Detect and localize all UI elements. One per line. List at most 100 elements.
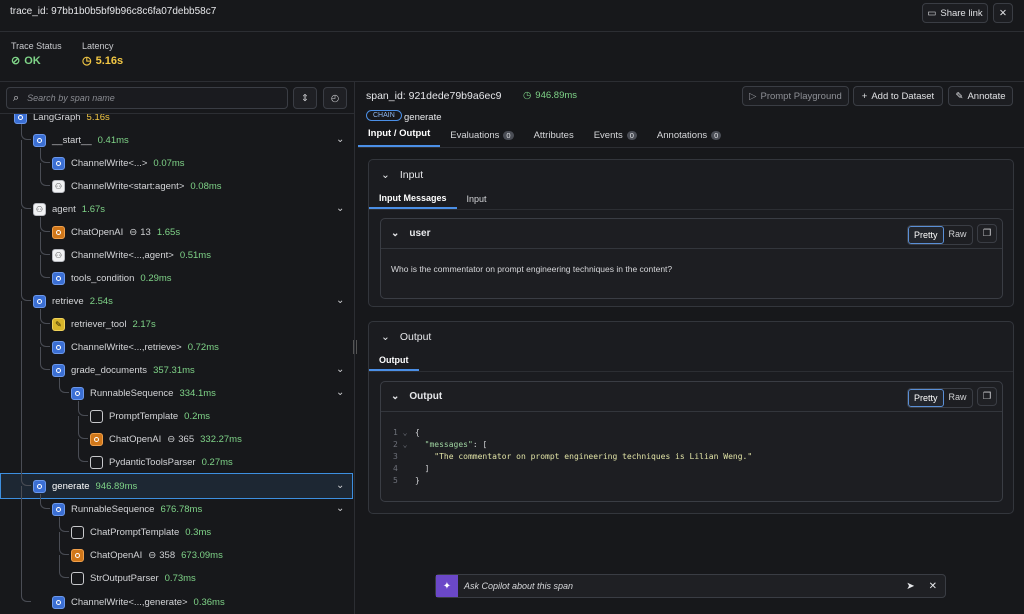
tree-row-prompttemplate[interactable]: PromptTemplate 0.2ms bbox=[90, 406, 210, 426]
tree-row-tools-condition[interactable]: tools_condition 0.29ms bbox=[52, 268, 172, 288]
raw-toggle[interactable]: Raw bbox=[944, 389, 972, 407]
chain-icon bbox=[33, 133, 46, 147]
input-panel-header[interactable]: ⌄ Input bbox=[381, 169, 423, 181]
output-code: 1 ⌄{ 2 ⌄ "messages": [ 3 "The commentato… bbox=[393, 428, 753, 485]
copilot-bar: ✦ Ask Copilot about this span ➤ ✕ bbox=[435, 574, 946, 598]
chevron-down-icon[interactable]: ⌄ bbox=[336, 295, 344, 306]
latency-value: ◷ 5.16s bbox=[82, 54, 124, 68]
tree-row-start[interactable]: __start__ 0.41ms bbox=[33, 130, 129, 150]
parser-icon bbox=[71, 571, 84, 585]
tree-row-channelwrite-agent[interactable]: ⚇ ChannelWrite<...,agent> 0.51ms bbox=[52, 245, 211, 265]
user-message-text: Who is the commentator on prompt enginee… bbox=[391, 264, 673, 274]
copy-button[interactable]: ❐ bbox=[977, 224, 997, 243]
output-card-header[interactable]: ⌄ Output bbox=[391, 391, 442, 402]
copilot-icon: ✦ bbox=[436, 575, 458, 597]
output-panel-header[interactable]: ⌄ Output bbox=[381, 331, 431, 343]
search-input[interactable]: ⌕ Search by span name bbox=[6, 87, 288, 109]
token-count: ⊖ 365 bbox=[167, 433, 195, 445]
tree-row-runnablesequence[interactable]: RunnableSequence 676.78ms bbox=[52, 499, 202, 519]
latency-filter-button[interactable]: ◴ bbox=[323, 87, 347, 109]
pretty-toggle[interactable]: Pretty bbox=[908, 226, 944, 244]
llm-icon bbox=[71, 548, 84, 562]
tab-attributes[interactable]: Attributes bbox=[524, 130, 584, 147]
llm-icon bbox=[90, 432, 103, 446]
span-tree-panel: ⌕ Search by span name ⇕ ◴ LangGraph 5.16… bbox=[0, 82, 355, 614]
tab-evaluations[interactable]: Evaluations 0 bbox=[440, 130, 523, 147]
add-to-dataset-button[interactable]: + Add to Dataset bbox=[853, 86, 943, 106]
tree-row-chatopenai[interactable]: ChatOpenAI ⊖ 365 332.27ms bbox=[90, 429, 242, 449]
token-count: ⊖ 13 bbox=[129, 226, 151, 238]
collapse-all-button[interactable]: ⇕ bbox=[293, 87, 317, 109]
prompt-playground-button[interactable]: ▷ Prompt Playground bbox=[742, 86, 849, 106]
tree-row-channelwrite[interactable]: ChannelWrite<...> 0.07ms bbox=[52, 153, 185, 173]
copy-button[interactable]: ❐ bbox=[977, 387, 997, 406]
tab-input-messages[interactable]: Input Messages bbox=[369, 190, 457, 209]
llm-icon bbox=[52, 225, 65, 239]
close-icon: ✕ bbox=[999, 7, 1007, 19]
close-icon[interactable]: ✕ bbox=[929, 581, 937, 592]
tab-events[interactable]: Events 0 bbox=[584, 130, 647, 147]
format-toggle: Pretty Raw bbox=[907, 388, 973, 408]
tree-row-grade-documents[interactable]: grade_documents 357.31ms bbox=[52, 360, 195, 380]
tab-annotations[interactable]: Annotations 0 bbox=[647, 130, 731, 147]
chain-icon bbox=[52, 363, 65, 377]
tree-row-pydantictoolsparser[interactable]: PydanticToolsParser 0.27ms bbox=[90, 452, 233, 472]
top-bar: trace_id: 97bb1b0b5bf9b96c8c6fa07debb58c… bbox=[0, 0, 1024, 32]
output-panel: ⌄ Output Output ⌄ Output Pretty Raw ❐ 1 … bbox=[368, 321, 1014, 514]
close-button[interactable]: ✕ bbox=[993, 3, 1013, 23]
latency-label: Latency bbox=[82, 41, 114, 51]
chevron-down-icon[interactable]: ⌄ bbox=[336, 134, 344, 145]
detail-tabs: Input / Output Evaluations 0 Attributes E… bbox=[358, 128, 1024, 148]
tree-row-retriever-tool[interactable]: ✎ retriever_tool 2.17s bbox=[52, 314, 156, 334]
send-icon[interactable]: ➤ bbox=[906, 581, 914, 592]
span-kind-badge: CHAIN bbox=[366, 110, 402, 121]
search-icon: ⌕ bbox=[13, 91, 20, 104]
tree-row-channelwrite-retrieve[interactable]: ChannelWrite<...,retrieve> 0.72ms bbox=[52, 337, 219, 357]
chevron-down-icon[interactable]: ⌄ bbox=[336, 503, 344, 514]
chain-icon bbox=[52, 502, 65, 516]
pretty-toggle[interactable]: Pretty bbox=[908, 389, 944, 407]
chain-icon bbox=[52, 595, 65, 609]
user-icon: ⚇ bbox=[33, 202, 46, 216]
chevron-down-icon[interactable]: ⌄ bbox=[336, 203, 344, 214]
copy-icon: ❐ bbox=[982, 228, 992, 239]
parser-icon bbox=[90, 455, 103, 469]
chain-icon bbox=[52, 156, 65, 170]
tree-row-channelwrite-generate[interactable]: ChannelWrite<...,generate> 0.36ms bbox=[52, 592, 225, 612]
tab-input-output[interactable]: Input / Output bbox=[358, 128, 441, 147]
chain-icon bbox=[71, 386, 84, 400]
span-latency: ◷ 946.89ms bbox=[523, 90, 578, 101]
chevron-down-icon[interactable]: ⌄ bbox=[336, 364, 344, 375]
tree-row-agent[interactable]: ⚇ agent 1.67s bbox=[33, 199, 105, 219]
tree-row-chatprompttemplate[interactable]: ChatPromptTemplate 0.3ms bbox=[71, 522, 211, 542]
annotate-button[interactable]: ✎ Annotate bbox=[948, 86, 1013, 106]
token-count: ⊖ 358 bbox=[148, 549, 176, 561]
tree-row-generate[interactable]: generate 946.89ms bbox=[33, 476, 137, 496]
tokens-icon: ⊖ bbox=[167, 433, 176, 445]
tree-row-channelwrite-start-agent[interactable]: ⚇ ChannelWrite<start:agent> 0.08ms bbox=[52, 176, 222, 196]
user-message-header[interactable]: ⌄ user bbox=[391, 228, 431, 239]
tree-row-stroutputparser[interactable]: StrOutputParser 0.73ms bbox=[71, 568, 196, 588]
chain-icon bbox=[33, 294, 46, 308]
user-icon: ⚇ bbox=[52, 179, 65, 193]
chevron-down-icon[interactable]: ⌄ bbox=[336, 480, 344, 491]
tree-row-chatopenai[interactable]: ChatOpenAI ⊖ 358 673.09ms bbox=[71, 545, 223, 565]
input-subtabs: Input Messages Input bbox=[369, 190, 1013, 210]
chevron-down-icon: ⌄ bbox=[391, 228, 400, 239]
share-link-button[interactable]: ▭ Share link bbox=[922, 3, 988, 23]
input-panel: ⌄ Input Input Messages Input ⌄ user Pret… bbox=[368, 159, 1014, 307]
span-name: generate bbox=[404, 112, 442, 123]
tab-input[interactable]: Input bbox=[457, 190, 497, 209]
tree-row-chatopenai[interactable]: ChatOpenAI ⊖ 13 1.65s bbox=[52, 222, 180, 242]
tab-output[interactable]: Output bbox=[369, 352, 419, 371]
tree-row-runnablesequence[interactable]: RunnableSequence 334.1ms bbox=[71, 383, 216, 403]
play-icon: ▷ bbox=[749, 90, 757, 102]
raw-toggle[interactable]: Raw bbox=[944, 226, 972, 244]
search-row: ⌕ Search by span name ⇕ ◴ bbox=[0, 82, 354, 114]
chevron-down-icon: ⌄ bbox=[381, 331, 390, 343]
tree-row-retrieve[interactable]: retrieve 2.54s bbox=[33, 291, 113, 311]
check-circle-icon: ⊘ bbox=[11, 55, 21, 67]
span-details-panel: span_id: 921dede79b9a6ec9 ◷ 946.89ms CHA… bbox=[357, 82, 1024, 614]
chevron-down-icon[interactable]: ⌄ bbox=[336, 387, 344, 398]
copilot-input[interactable]: Ask Copilot about this span bbox=[458, 581, 906, 591]
